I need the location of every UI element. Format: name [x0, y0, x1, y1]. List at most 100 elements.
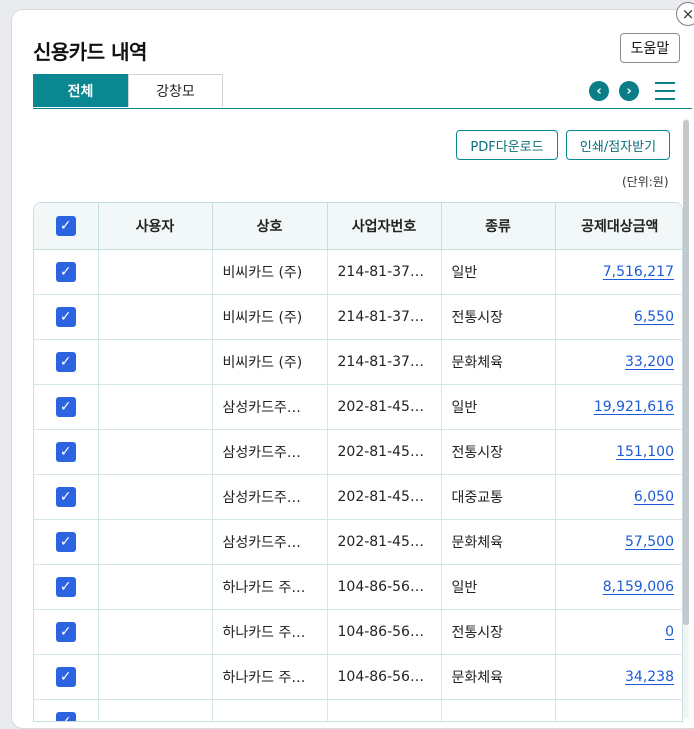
type-cell: 전통시장	[441, 429, 556, 475]
next-arrow-icon[interactable]: ›	[619, 81, 639, 101]
amount-link[interactable]: 151,100	[616, 444, 674, 460]
merchant-cell	[212, 699, 328, 721]
user-cell	[98, 429, 213, 475]
biz-number-cell: 104-86-56…	[327, 654, 442, 700]
amount-link[interactable]: 34,238	[625, 669, 674, 685]
row-checkbox[interactable]: ✓	[55, 397, 76, 417]
type-cell: 문화체육	[441, 519, 556, 565]
tab-user[interactable]: 강창모	[128, 74, 223, 107]
merchant-cell: 비씨카드 (주)	[212, 249, 328, 295]
merchant-cell: 비씨카드 (주)	[212, 294, 328, 340]
amount-cell: 151,100	[555, 429, 682, 475]
biz-number-cell: 214-81-37…	[327, 294, 442, 340]
table-row: ✓ 비씨카드 (주) 214-81-37… 전통시장 6,550	[34, 294, 682, 340]
user-cell	[98, 564, 213, 610]
table-row: ✓	[34, 699, 682, 721]
row-checkbox[interactable]: ✓	[55, 622, 76, 642]
biz-number-cell: 202-81-45…	[327, 519, 442, 565]
biz-number-cell: 202-81-45…	[327, 474, 442, 520]
merchant-cell: 삼성카드주…	[212, 474, 328, 520]
select-all-cell: ✓	[34, 203, 99, 250]
row-checkbox-cell: ✓	[34, 699, 99, 721]
type-cell: 전통시장	[441, 609, 556, 655]
type-cell: 전통시장	[441, 294, 556, 340]
user-cell	[98, 339, 213, 385]
help-button[interactable]: 도움말	[620, 33, 680, 63]
tab-all[interactable]: 전체	[33, 74, 128, 107]
col-amount: 공제대상금액	[555, 203, 682, 250]
pdf-download-button[interactable]: PDF다운로드	[456, 130, 558, 160]
select-all-checkbox[interactable]: ✓	[55, 216, 76, 236]
table-row: ✓ 삼성카드주… 202-81-45… 전통시장 151,100	[34, 429, 682, 475]
amount-cell: 8,159,006	[555, 564, 682, 610]
type-cell: 대중교통	[441, 474, 556, 520]
dialog-title: 신용카드 내역	[33, 40, 147, 64]
merchant-cell: 삼성카드주…	[212, 384, 328, 430]
biz-number-cell: 202-81-45…	[327, 429, 442, 475]
user-cell	[98, 609, 213, 655]
type-cell: 문화체육	[441, 339, 556, 385]
row-checkbox[interactable]: ✓	[55, 352, 76, 372]
merchant-cell: 비씨카드 (주)	[212, 339, 328, 385]
user-cell	[98, 384, 213, 430]
merchant-cell: 하나카드 주…	[212, 609, 328, 655]
unit-label: (단위:원)	[622, 175, 669, 189]
col-biz-number: 사업자번호	[327, 203, 442, 250]
table-row: ✓ 비씨카드 (주) 214-81-37… 문화체육 33,200	[34, 339, 682, 385]
biz-number-cell	[327, 699, 442, 721]
row-checkbox-cell: ✓	[34, 339, 99, 385]
col-type: 종류	[441, 203, 556, 250]
row-checkbox[interactable]: ✓	[55, 712, 76, 721]
user-cell	[98, 294, 213, 340]
scrollbar-thumb[interactable]	[683, 120, 689, 625]
type-cell: 일반	[441, 564, 556, 610]
print-braille-button[interactable]: 인쇄/점자받기	[566, 130, 670, 160]
merchant-cell: 삼성카드주…	[212, 429, 328, 475]
prev-arrow-icon[interactable]: ‹	[589, 81, 609, 101]
amount-cell: 19,921,616	[555, 384, 682, 430]
row-checkbox[interactable]: ✓	[55, 262, 76, 282]
row-checkbox-cell: ✓	[34, 654, 99, 700]
row-checkbox[interactable]: ✓	[55, 307, 76, 327]
biz-number-cell: 214-81-37…	[327, 249, 442, 295]
table-header-row: ✓ 사용자 상호 사업자번호 종류 공제대상금액	[34, 203, 682, 250]
biz-number-cell: 104-86-56…	[327, 564, 442, 610]
table-row: ✓ 하나카드 주… 104-86-56… 전통시장 0	[34, 609, 682, 655]
table-row: ✓ 하나카드 주… 104-86-56… 일반 8,159,006	[34, 564, 682, 610]
amount-link[interactable]: 33,200	[625, 354, 674, 370]
amount-cell: 57,500	[555, 519, 682, 565]
amount-link[interactable]: 8,159,006	[603, 579, 674, 595]
user-cell	[98, 699, 213, 721]
row-checkbox[interactable]: ✓	[55, 487, 76, 507]
row-checkbox[interactable]: ✓	[55, 667, 76, 687]
user-cell	[98, 474, 213, 520]
card-usage-table: ✓ 사용자 상호 사업자번호 종류 공제대상금액 ✓ 비씨카드 (주) 214-81…	[33, 202, 683, 722]
biz-number-cell: 214-81-37…	[327, 339, 442, 385]
amount-link[interactable]: 19,921,616	[594, 399, 674, 415]
table-row: ✓ 삼성카드주… 202-81-45… 일반 19,921,616	[34, 384, 682, 430]
user-cell	[98, 519, 213, 565]
amount-link[interactable]: 6,550	[634, 309, 674, 325]
row-checkbox-cell: ✓	[34, 249, 99, 295]
table-row: ✓ 하나카드 주… 104-86-56… 문화체육 34,238	[34, 654, 682, 700]
amount-cell: 6,050	[555, 474, 682, 520]
row-checkbox[interactable]: ✓	[55, 442, 76, 462]
amount-link[interactable]: 6,050	[634, 489, 674, 505]
hamburger-menu-icon[interactable]	[655, 82, 675, 100]
table-row: ✓ 비씨카드 (주) 214-81-37… 일반 7,516,217	[34, 249, 682, 295]
amount-link[interactable]: 7,516,217	[603, 264, 674, 280]
type-cell: 일반	[441, 249, 556, 295]
table-row: ✓ 삼성카드주… 202-81-45… 대중교통 6,050	[34, 474, 682, 520]
row-checkbox[interactable]: ✓	[55, 577, 76, 597]
row-checkbox[interactable]: ✓	[55, 532, 76, 552]
close-icon[interactable]: ×	[676, 2, 694, 26]
merchant-cell: 하나카드 주…	[212, 654, 328, 700]
amount-cell: 34,238	[555, 654, 682, 700]
amount-link[interactable]: 57,500	[625, 534, 674, 550]
amount-link[interactable]: 0	[665, 624, 674, 640]
amount-cell: 7,516,217	[555, 249, 682, 295]
row-checkbox-cell: ✓	[34, 384, 99, 430]
col-user: 사용자	[98, 203, 213, 250]
type-cell: 일반	[441, 384, 556, 430]
table-row: ✓ 삼성카드주… 202-81-45… 문화체육 57,500	[34, 519, 682, 565]
